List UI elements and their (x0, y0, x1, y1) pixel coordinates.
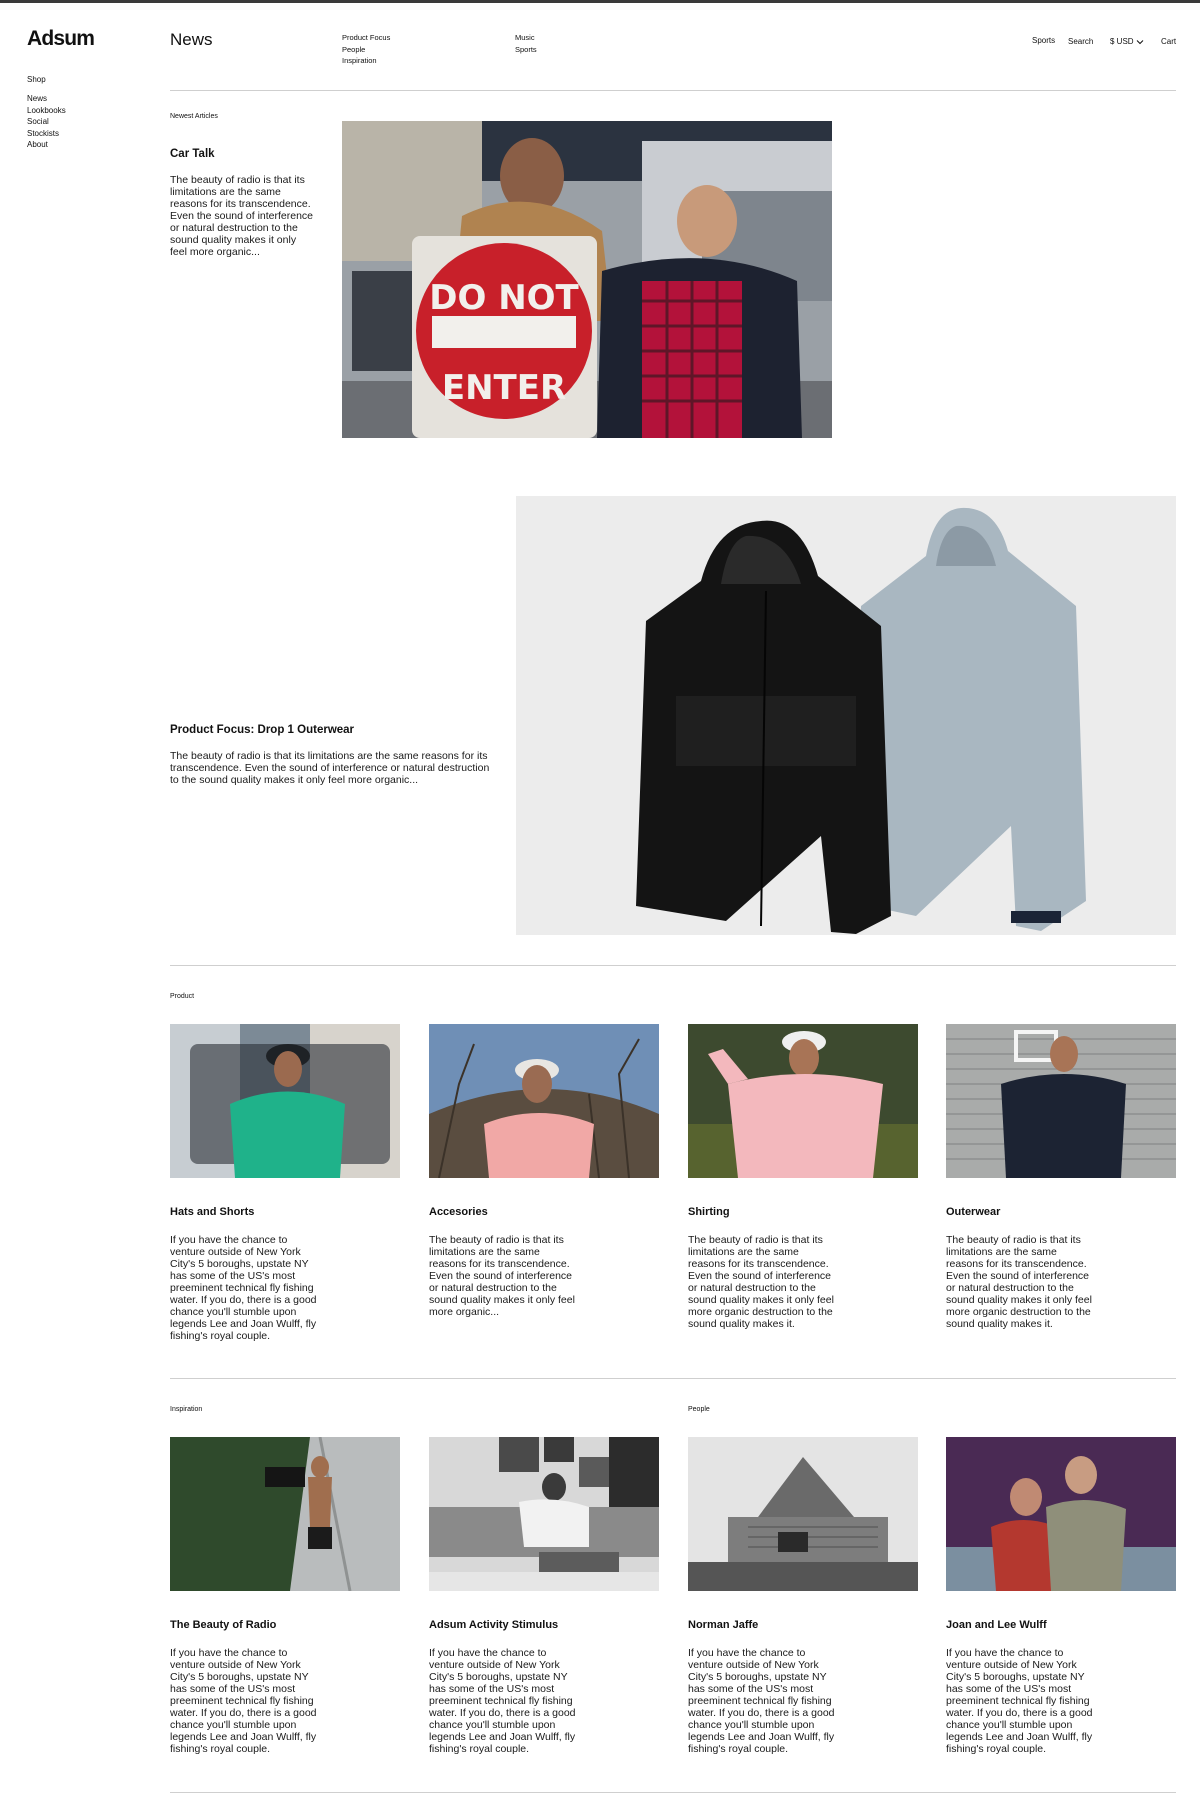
sidebar-nav: News Lookbooks Social Stockists About (27, 93, 66, 151)
brand-logo[interactable]: Adsum (27, 27, 95, 51)
top-border (0, 0, 1200, 3)
category-product-focus[interactable]: Product Focus (342, 32, 390, 44)
product-card[interactable]: Accesories The beauty of radio is that i… (429, 1024, 659, 1318)
category-inspiration[interactable]: Inspiration (342, 55, 390, 67)
card-excerpt: If you have the chance to venture outsid… (688, 1647, 835, 1755)
section-label-people: People (688, 1406, 710, 1413)
category-music[interactable]: Music (515, 32, 537, 44)
card-excerpt: The beauty of radio is that its limitati… (429, 1234, 575, 1318)
page-title: News (170, 30, 213, 49)
divider (170, 965, 1176, 966)
sidebar-item-news[interactable]: News (27, 93, 66, 105)
card-title[interactable]: Outerwear (946, 1206, 1176, 1218)
activity-stimulus-photo (429, 1437, 659, 1591)
article-card[interactable]: The Beauty of Radio If you have the chan… (170, 1437, 400, 1755)
card-excerpt: If you have the chance to venture outsid… (946, 1647, 1093, 1755)
section-label-product: Product (170, 993, 195, 1000)
outerwear-feature-photo[interactable] (516, 496, 1176, 935)
article-card[interactable]: Adsum Activity Stimulus If you have the … (429, 1437, 659, 1755)
article-title-car-talk[interactable]: Car Talk (170, 148, 215, 160)
joan-and-lee-wulff-photo (946, 1437, 1176, 1591)
product-card[interactable]: Outerwear The beauty of radio is that it… (946, 1024, 1176, 1330)
sidebar-item-social[interactable]: Social (27, 116, 66, 128)
category-sports[interactable]: Sports (515, 44, 537, 56)
car-talk-photo[interactable]: DO NOT ENTER (342, 121, 832, 438)
sign-text-top: DO NOT (429, 278, 579, 318)
norman-jaffe-photo (688, 1437, 918, 1591)
feature-excerpt: The beauty of radio is that its limitati… (170, 750, 490, 786)
card-excerpt: The beauty of radio is that its limitati… (688, 1234, 834, 1330)
chevron-down-icon (1136, 39, 1143, 44)
card-excerpt: If you have the chance to venture outsid… (170, 1234, 317, 1342)
beauty-of-radio-photo (170, 1437, 400, 1591)
card-title[interactable]: Joan and Lee Wulff (946, 1619, 1176, 1631)
card-excerpt: If you have the chance to venture outsid… (170, 1647, 317, 1755)
card-title[interactable]: Shirting (688, 1206, 918, 1218)
divider (170, 1792, 1176, 1793)
card-title[interactable]: Accesories (429, 1206, 659, 1218)
utility-sports-link[interactable]: Sports (1032, 36, 1055, 45)
product-card[interactable]: Shirting The beauty of radio is that its… (688, 1024, 918, 1330)
category-nav-col-1: Product Focus People Inspiration (342, 32, 390, 67)
sidebar-item-about[interactable]: About (27, 139, 66, 151)
divider (170, 1378, 1176, 1379)
article-card[interactable]: Joan and Lee Wulff If you have the chanc… (946, 1437, 1176, 1755)
accessories-photo (429, 1024, 659, 1178)
cart-link[interactable]: Cart (1161, 37, 1176, 46)
article-excerpt-car-talk: The beauty of radio is that its limitati… (170, 174, 314, 258)
sidebar-item-lookbooks[interactable]: Lookbooks (27, 105, 66, 117)
outerwear-photo (946, 1024, 1176, 1178)
sidebar-item-stockists[interactable]: Stockists (27, 128, 66, 140)
card-excerpt: If you have the chance to venture outsid… (429, 1647, 576, 1755)
section-label-newest: Newest Articles (170, 113, 218, 120)
hats-and-shorts-photo (170, 1024, 400, 1178)
article-card[interactable]: Norman Jaffe If you have the chance to v… (688, 1437, 918, 1755)
category-nav-col-2: Music Sports (515, 32, 537, 55)
sign-text-bottom: ENTER (442, 368, 566, 408)
card-title[interactable]: Adsum Activity Stimulus (429, 1619, 659, 1631)
section-label-inspiration: Inspiration (170, 1406, 203, 1413)
card-title[interactable]: Norman Jaffe (688, 1619, 918, 1631)
search-link[interactable]: Search (1068, 37, 1093, 46)
sidebar-shop-link[interactable]: Shop (27, 75, 46, 84)
card-title[interactable]: The Beauty of Radio (170, 1619, 400, 1631)
product-card[interactable]: Hats and Shorts If you have the chance t… (170, 1024, 400, 1342)
card-title[interactable]: Hats and Shorts (170, 1206, 400, 1218)
shirting-photo (688, 1024, 918, 1178)
currency-label: $ USD (1110, 37, 1134, 46)
divider (170, 90, 1176, 91)
category-people[interactable]: People (342, 44, 390, 56)
currency-selector[interactable]: $ USD (1110, 37, 1144, 46)
feature-title[interactable]: Product Focus: Drop 1 Outerwear (170, 724, 354, 736)
card-excerpt: The beauty of radio is that its limitati… (946, 1234, 1092, 1330)
